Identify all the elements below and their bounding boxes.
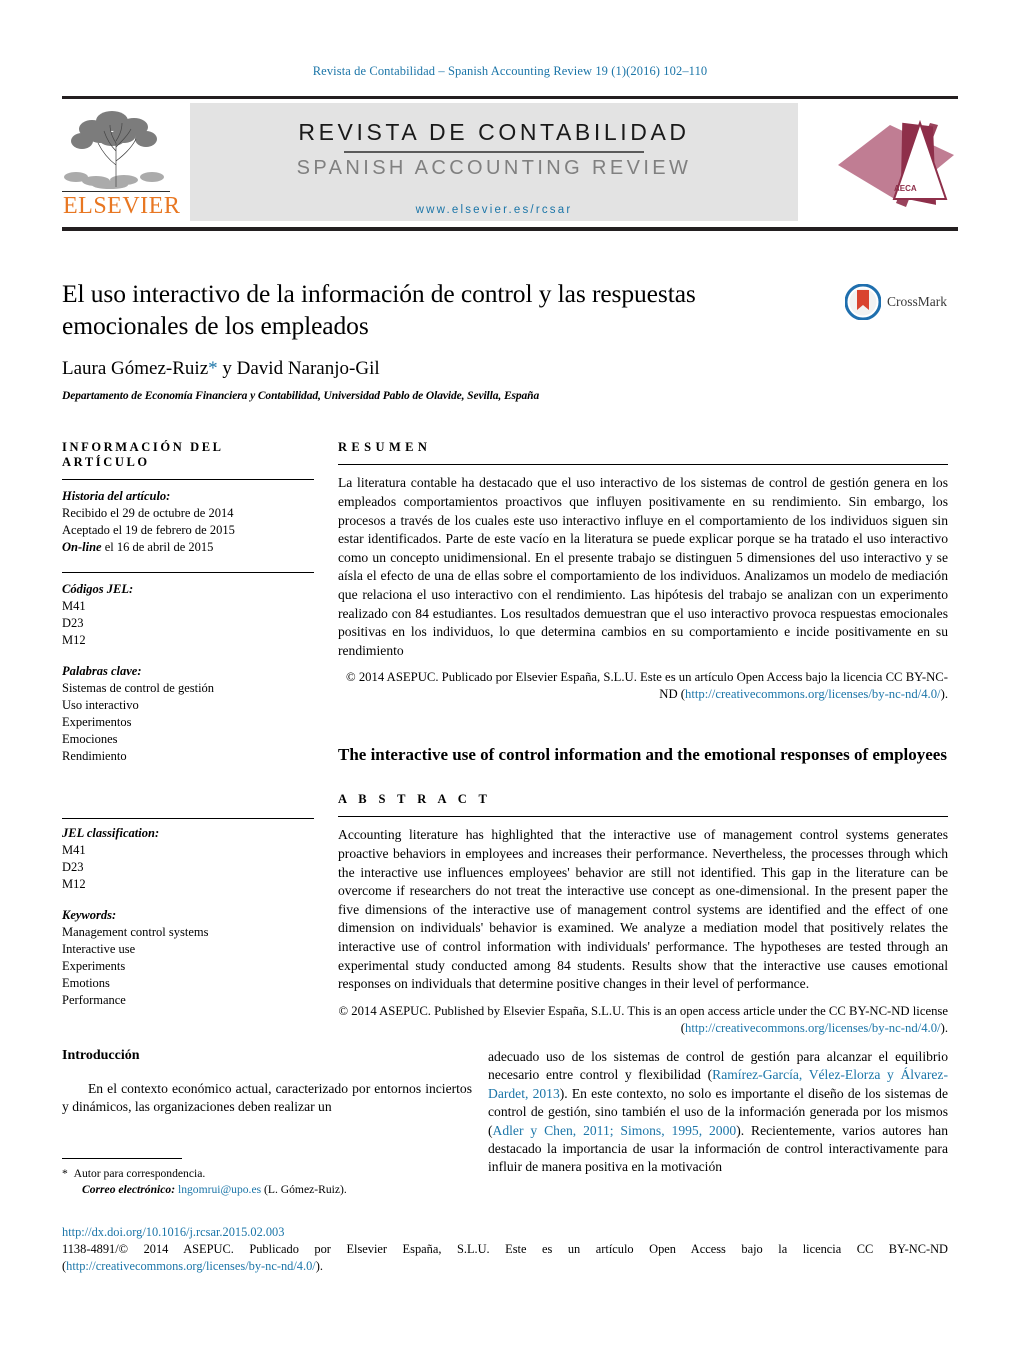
- jel-code-en-2: D23: [62, 860, 84, 874]
- journal-url[interactable]: www.elsevier.es/rcsar: [190, 204, 798, 216]
- resumen-section: RESUMEN La literatura contable ha destac…: [338, 440, 948, 716]
- resumen-copyright: © 2014 ASEPUC. Publicado por Elsevier Es…: [338, 669, 948, 703]
- resumen-text: La literatura contable ha destacado que …: [338, 475, 948, 658]
- page-footer: http://dx.doi.org/10.1016/j.rcsar.2015.0…: [62, 1224, 948, 1275]
- history-accepted: Aceptado el 19 de febrero de 2015: [62, 523, 235, 537]
- abstract-section: The interactive use of control informati…: [338, 744, 948, 1049]
- jel-label-en: JEL classification:: [62, 826, 160, 840]
- footnote-email-owner: (L. Gómez-Ruiz).: [264, 1182, 347, 1196]
- footnote-email-label: Correo electrónico:: [82, 1182, 176, 1196]
- abstract-copyright: © 2014 ASEPUC. Published by Elsevier Esp…: [338, 1003, 948, 1037]
- keyword-en-2: Interactive use: [62, 942, 136, 956]
- elsevier-wordmark: ELSEVIER: [63, 193, 181, 219]
- keyword-es-1: Sistemas de control de gestión: [62, 681, 215, 695]
- keywords-label-en: Keywords:: [62, 908, 117, 922]
- abstract-copyright-post: ).: [940, 1020, 948, 1035]
- masthead-body: ELSEVIER REVISTA DE CONTABILIDAD SPANISH…: [62, 99, 958, 225]
- info-rule-3: [62, 818, 314, 819]
- jel-code-es-1: M41: [62, 599, 86, 613]
- issn-copyright-line: 1138-4891/© 2014 ASEPUC. Publicado por E…: [62, 1242, 948, 1256]
- abstract-rule: [338, 816, 948, 818]
- title-block: El uso interactivo de la información de …: [62, 278, 762, 402]
- journal-banner: REVISTA DE CONTABILIDAD SPANISH ACCOUNTI…: [190, 103, 798, 221]
- history-online-rest: el 16 de abril de 2015: [101, 540, 214, 554]
- footnote-rule: [62, 1158, 182, 1159]
- keywords-label-es: Palabras clave:: [62, 664, 142, 678]
- doi-link[interactable]: http://dx.doi.org/10.1016/j.rcsar.2015.0…: [62, 1224, 948, 1241]
- abstract-license-link[interactable]: http://creativecommons.org/licenses/by-n…: [685, 1021, 941, 1035]
- resumen-rule: [338, 464, 948, 466]
- abstract-text: Accounting literature has highlighted th…: [338, 827, 948, 992]
- masthead-bottom-rule: [62, 227, 958, 231]
- resumen-heading: RESUMEN: [338, 440, 432, 454]
- footnote-block: * Autor para correspondencia. Correo ele…: [62, 1158, 472, 1197]
- keyword-en-3: Experiments: [62, 959, 126, 973]
- keyword-es-3: Experimentos: [62, 715, 132, 729]
- keyword-en-1: Management control systems: [62, 925, 209, 939]
- article-info-panel-en: JEL classification: M41 D23 M12 Keywords…: [62, 818, 314, 1009]
- keyword-es-5: Rendimiento: [62, 749, 127, 763]
- article-info-heading: INFORMACIÓN DEL ARTÍCULO: [62, 440, 223, 469]
- affiliation: Departamento de Economía Financiera y Co…: [62, 390, 540, 402]
- page-title: El uso interactivo de la información de …: [62, 279, 696, 340]
- jel-code-es-3: M12: [62, 633, 86, 647]
- author-1: Laura Gómez-Ruiz: [62, 358, 209, 379]
- footer-license-link[interactable]: http://creativecommons.org/licenses/by-n…: [66, 1259, 316, 1273]
- keyword-en-4: Emotions: [62, 976, 110, 990]
- crossmark-icon: [845, 284, 881, 320]
- jel-code-en-1: M41: [62, 843, 86, 857]
- keyword-es-2: Uso interactivo: [62, 698, 139, 712]
- journal-masthead: ELSEVIER REVISTA DE CONTABILIDAD SPANISH…: [62, 96, 958, 231]
- footnote-email-line: Correo electrónico: lngomrui@upo.es (L. …: [62, 1182, 472, 1198]
- intro-paragraph-left: En el contexto económico actual, caracte…: [62, 1081, 472, 1115]
- keyword-es-4: Emociones: [62, 732, 118, 746]
- journal-title-rule: [344, 151, 644, 153]
- footnote-marker: *: [62, 1167, 68, 1180]
- section-heading-introduccion: Introducción: [62, 1048, 140, 1063]
- citation-adler-chen-simons[interactable]: Adler y Chen, 2011; Simons, 1995, 2000: [493, 1123, 737, 1138]
- issn-license-line: (http://creativecommons.org/licenses/by-…: [62, 1258, 948, 1275]
- body-column-left: Introducción En el contexto económico ac…: [62, 1048, 472, 1117]
- footnote-email-link[interactable]: lngomrui@upo.es: [178, 1183, 261, 1196]
- intro-paragraph-right: adecuado uso de los sistemas de control …: [488, 1048, 948, 1177]
- corresponding-author-marker[interactable]: *: [208, 358, 218, 379]
- jel-code-en-3: M12: [62, 877, 86, 891]
- author-list: Laura Gómez-Ruiz* y David Naranjo-Gil: [62, 358, 762, 380]
- english-title: The interactive use of control informati…: [338, 745, 947, 764]
- footnote-corresponding-text: Autor para correspondencia.: [73, 1167, 206, 1180]
- jel-label-es: Códigos JEL:: [62, 582, 134, 596]
- aeca-logo-icon: AECA: [834, 107, 958, 217]
- article-info-panel: INFORMACIÓN DEL ARTÍCULO Historia del ar…: [62, 440, 314, 765]
- history-online: On-line el 16 de abril de 2015: [62, 539, 314, 556]
- running-head: Revista de Contabilidad – Spanish Accoun…: [312, 64, 708, 78]
- author-2: y David Naranjo-Gil: [217, 358, 380, 379]
- journal-title: REVISTA DE CONTABILIDAD: [298, 119, 690, 145]
- issn-paren-close: ).: [315, 1259, 323, 1273]
- history-online-prefix: On-line: [62, 540, 102, 554]
- keyword-en-5: Performance: [62, 993, 126, 1007]
- crossmark-label: CrossMark: [887, 294, 947, 309]
- footnote-corresponding: * Autor para correspondencia.: [62, 1166, 472, 1182]
- elsevier-logo: ELSEVIER: [62, 103, 181, 221]
- abstract-heading: A B S T R A C T: [338, 792, 492, 806]
- resumen-copyright-post: ).: [940, 687, 948, 702]
- history-label: Historia del artículo:: [62, 489, 171, 503]
- info-rule-2: [62, 572, 314, 573]
- body-column-right: adecuado uso de los sistemas de control …: [488, 1048, 948, 1177]
- journal-subtitle: SPANISH ACCOUNTING REVIEW: [296, 156, 692, 179]
- jel-code-es-2: D23: [62, 616, 84, 630]
- resumen-license-link[interactable]: http://creativecommons.org/licenses/by-n…: [685, 687, 941, 701]
- elsevier-tree-icon: [62, 103, 170, 192]
- info-rule-1: [62, 479, 314, 480]
- svg-text:AECA: AECA: [894, 184, 917, 193]
- history-received: Recibido el 29 de octubre de 2014: [62, 506, 234, 520]
- article-page: Revista de Contabilidad – Spanish Accoun…: [0, 0, 1020, 1351]
- crossmark-badge[interactable]: CrossMark: [845, 282, 955, 322]
